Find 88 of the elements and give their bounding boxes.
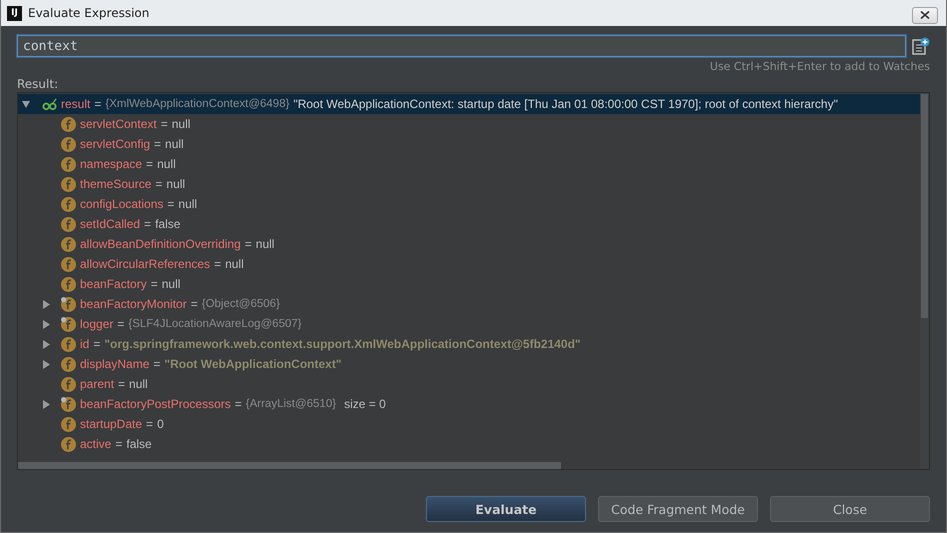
field-name: logger xyxy=(80,317,114,331)
field-icon xyxy=(61,356,76,372)
equals-sign: = xyxy=(190,297,198,311)
equals-sign: = xyxy=(160,117,168,131)
glasses-icon xyxy=(42,96,57,112)
add-to-watches-icon[interactable] xyxy=(912,37,930,55)
dialog-button[interactable]: Code Fragment Mode xyxy=(598,496,758,522)
equals-sign: = xyxy=(117,317,124,331)
equals-sign: = xyxy=(234,397,242,411)
variable-type: {XmlWebApplicationContext@6498} xyxy=(105,98,290,110)
field-value: 0 xyxy=(157,417,164,431)
field-icon xyxy=(61,236,76,252)
equals-sign: = xyxy=(93,337,100,351)
field-name: beanFactoryMonitor xyxy=(80,297,187,311)
field-icon xyxy=(61,116,76,132)
equals-sign: = xyxy=(155,177,162,191)
field-value: false xyxy=(155,217,180,231)
field-name: themeSource xyxy=(80,177,152,191)
expand-arrow-icon[interactable] xyxy=(42,340,50,348)
variable-value: "Root WebApplicationContext: startup date [Thu Jan 01 08:00:00 CST 1970]; root of context hierarchy" xyxy=(293,97,838,111)
field-name: id xyxy=(80,337,90,351)
field-icon xyxy=(61,436,76,452)
expression-field[interactable]: context xyxy=(17,35,906,57)
equals-sign: = xyxy=(153,357,160,371)
field-value: null xyxy=(256,237,274,251)
result-label: Result: xyxy=(17,77,58,91)
expand-arrow-icon[interactable] xyxy=(22,100,30,108)
variable-name: result xyxy=(61,97,90,111)
field-name: beanFactory xyxy=(80,277,147,291)
field-icon xyxy=(61,196,76,212)
field-value: null xyxy=(166,177,186,191)
equals-sign: = xyxy=(146,417,154,431)
field-icon xyxy=(61,136,76,152)
field-name: beanFactoryPostProcessors xyxy=(80,397,231,411)
expand-arrow-icon[interactable] xyxy=(42,320,50,328)
size-label: size = 0 xyxy=(344,397,386,411)
equals-sign: = xyxy=(244,237,252,251)
field-icon xyxy=(61,376,76,392)
equals-sign: = xyxy=(115,437,122,451)
field-icon xyxy=(61,176,76,192)
app-logo: IJ xyxy=(7,6,22,20)
close-button[interactable] xyxy=(912,6,938,24)
dialog-button[interactable]: Evaluate xyxy=(426,496,586,522)
equals-sign: = xyxy=(154,137,162,151)
field-value: null xyxy=(165,137,184,151)
field-value: null xyxy=(225,257,244,271)
watches-hint: Use Ctrl+Shift+Enter to add to Watches xyxy=(710,60,930,73)
field-name: displayName xyxy=(80,357,150,371)
field-name: active xyxy=(80,437,112,451)
field-icon xyxy=(61,256,76,272)
field-name: namespace xyxy=(80,157,142,171)
field-name: startupDate xyxy=(80,417,142,431)
window-title: Evaluate Expression xyxy=(28,6,150,20)
field-value: null xyxy=(172,117,190,131)
field-icon xyxy=(61,276,76,292)
expand-arrow-icon[interactable] xyxy=(42,300,50,308)
expand-arrow-icon[interactable] xyxy=(42,400,50,408)
field-value: "Root WebApplicationContext" xyxy=(164,357,342,371)
result-row[interactable]: result = {XmlWebApplicationContext@6498} "Root WebApplicationContext: startup date [Thu Jan 01 08:00:00 CST 1970]; root of context hierarchy" xyxy=(18,94,920,114)
field-name: configLocations xyxy=(80,197,164,211)
field-value: null xyxy=(162,277,180,291)
horizontal-scrollbar[interactable] xyxy=(18,462,561,469)
expand-arrow-icon[interactable] xyxy=(42,360,50,368)
field-icon xyxy=(61,416,76,432)
field-value: null xyxy=(129,377,148,391)
field-name: servletConfig xyxy=(80,137,150,151)
equals-sign: = xyxy=(214,257,222,271)
dialog-button[interactable]: Close xyxy=(770,496,930,522)
field-value: false xyxy=(126,437,152,451)
field-value: null xyxy=(178,197,198,211)
equals-sign: = xyxy=(144,217,152,231)
equals-sign: = xyxy=(150,277,158,291)
field-name: servletContext xyxy=(80,117,157,131)
field-icon xyxy=(61,156,76,172)
field-value: "org.springframework.web.context.support.XmlWebApplicationContext@5fb2140d" xyxy=(104,337,581,351)
vertical-scrollbar[interactable] xyxy=(920,93,929,469)
equals-sign: = xyxy=(94,97,102,111)
equals-sign: = xyxy=(167,197,174,211)
field-name: allowBeanDefinitionOverriding xyxy=(80,237,241,251)
close-icon xyxy=(920,11,930,19)
field-name: allowCircularReferences xyxy=(80,257,210,271)
field-value: null xyxy=(157,157,176,171)
field-icon xyxy=(61,216,76,232)
field-name: parent xyxy=(80,377,114,391)
equals-sign: = xyxy=(118,377,126,391)
field-name: setIdCalled xyxy=(80,217,140,231)
field-icon xyxy=(61,336,76,352)
equals-sign: = xyxy=(146,157,154,171)
